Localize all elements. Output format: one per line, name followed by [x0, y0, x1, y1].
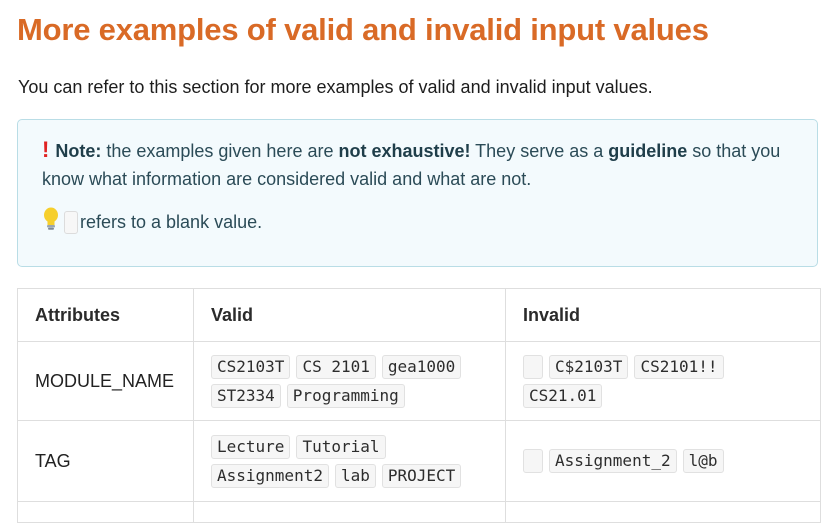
- lightbulb-icon: [42, 207, 60, 237]
- code-chip: CS2101!!: [634, 354, 724, 379]
- table-row: [17, 501, 821, 523]
- tip-text: refers to a blank value.: [80, 211, 263, 232]
- valid-cell: Lecture Tutorial Assignment2 lab PROJECT: [193, 420, 506, 502]
- intro-paragraph: You can refer to this section for more e…: [18, 77, 653, 97]
- blank-value-chip: [523, 449, 543, 473]
- code-chip: Assignment2: [211, 463, 329, 488]
- valid-cell: CS2103T CS 2101 gea1000 ST2334 Programming: [193, 341, 506, 421]
- attribute-cell: [17, 501, 194, 523]
- note-text-part: They serve as a: [470, 141, 609, 161]
- page-title: More examples of valid and invalid input…: [17, 12, 709, 47]
- invalid-cell: Assignment_2 l@b: [505, 420, 821, 502]
- note-label: Note:: [55, 141, 102, 161]
- column-header-invalid: Invalid: [505, 288, 821, 342]
- note-text: ! Note: the examples given here are not e…: [42, 136, 795, 193]
- code-chip: CS 2101: [296, 354, 376, 379]
- tip-line: refers to a blank value.: [42, 207, 795, 237]
- note-callout: ! Note: the examples given here are not e…: [17, 119, 818, 267]
- valid-cell: [193, 501, 506, 523]
- code-chip: C$2103T: [549, 354, 629, 379]
- column-header-attributes: Attributes: [17, 288, 194, 342]
- code-chip: lab: [334, 463, 376, 488]
- code-chip: Programming: [286, 383, 405, 408]
- note-text-part: the examples given here are: [101, 141, 339, 161]
- code-chip: Assignment_2: [549, 449, 677, 473]
- blank-value-chip: [523, 354, 543, 379]
- attribute-cell: MODULE_NAME: [17, 341, 194, 421]
- attribute-cell: TAG: [17, 420, 194, 502]
- code-chip: gea1000: [381, 354, 462, 379]
- code-chip: CS2103T: [211, 354, 291, 379]
- blank-value-chip: [64, 210, 78, 234]
- table-header-row: Attributes Valid Invalid: [17, 288, 821, 342]
- exclamation-icon: !: [42, 137, 50, 162]
- code-chip: Tutorial: [296, 434, 386, 459]
- invalid-cell: C$2103T CS2101!! CS21.01: [505, 341, 821, 421]
- code-chip: Lecture: [211, 434, 291, 459]
- code-chip: CS21.01: [523, 383, 603, 408]
- code-chip: ST2334: [211, 383, 281, 408]
- examples-table: Attributes Valid Invalid MODULE_NAME CS2…: [17, 288, 821, 523]
- table-row: MODULE_NAME CS2103T CS 2101 gea1000 ST2334 P…: [17, 341, 821, 421]
- invalid-cell: [505, 501, 821, 523]
- note-emphasis: guideline: [608, 141, 688, 161]
- note-emphasis: not exhaustive!: [338, 141, 471, 161]
- code-chip: PROJECT: [381, 463, 462, 488]
- column-header-valid: Valid: [193, 288, 506, 342]
- table-row: TAG Lecture Tutorial Assignment2 lab PROJECT…: [17, 420, 821, 502]
- code-chip: l@b: [682, 449, 724, 473]
